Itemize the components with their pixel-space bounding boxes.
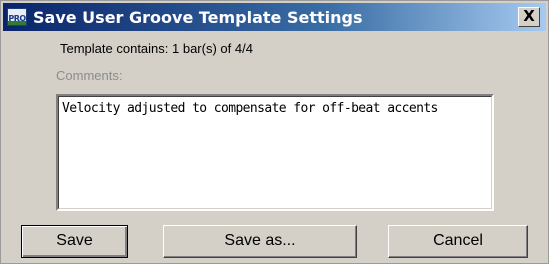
window-title: Save User Groove Template Settings [33,8,363,27]
comments-label: Comments: [56,68,123,83]
save-as-button[interactable]: Save as... [163,225,357,258]
comments-textarea[interactable]: Velocity adjusted to compensate for off-… [56,94,494,211]
template-info: Template contains: 1 bar(s) of 4/4 [60,41,253,56]
comments-text: Velocity adjusted to compensate for off-… [62,101,438,116]
close-icon[interactable]: X [518,7,540,27]
save-button[interactable]: Save [21,225,128,258]
app-icon: PRO [7,8,27,26]
title-bar[interactable]: PRO Save User Groove Template Settings X [3,3,546,31]
dialog-window: PRO Save User Groove Template Settings X… [0,0,549,264]
cancel-button[interactable]: Cancel [388,225,528,258]
